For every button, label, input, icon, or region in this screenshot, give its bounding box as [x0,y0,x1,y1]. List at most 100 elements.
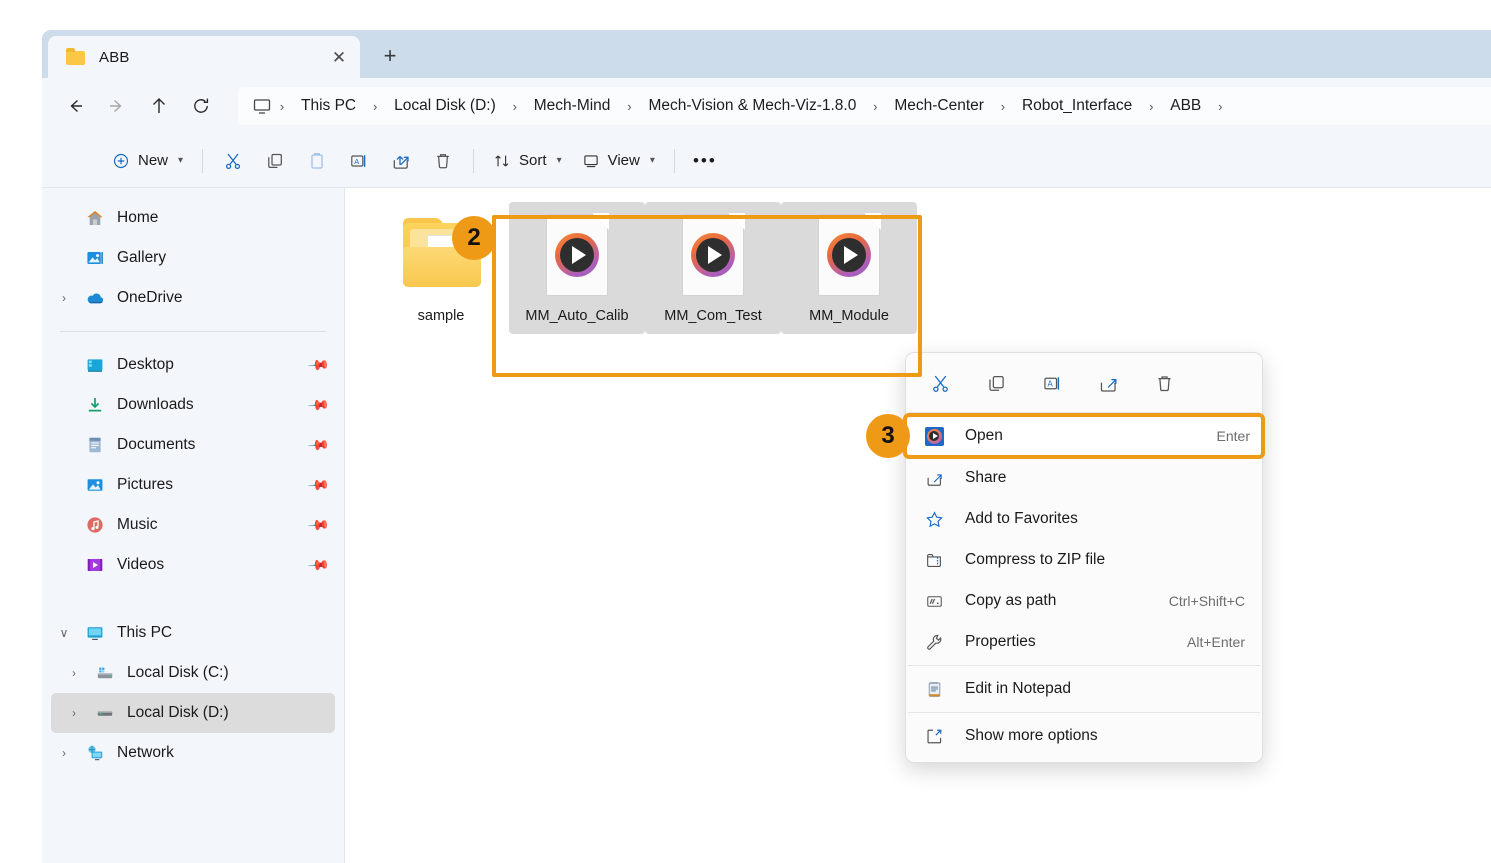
local-disk-d-icon [95,703,115,723]
context-menu-item-label: Compress to ZIP file [965,551,1105,569]
breadcrumb-item-2[interactable]: Mech-Mind [525,93,620,119]
sidebar-item-downloads[interactable]: Downloads 📌 [51,385,335,425]
pin-icon[interactable]: 📌 [306,433,330,457]
sidebar-item-home[interactable]: Home [51,198,335,238]
navigation-pane: Home Gallery › [42,188,345,863]
copy-button[interactable] [254,143,296,179]
pin-icon[interactable]: 📌 [306,473,330,497]
divider [908,712,1260,713]
tab-title: ABB [99,49,324,66]
chevron-down-icon: ▾ [178,155,183,166]
context-menu-item-compress-to-zip[interactable]: Compress to ZIP file [911,540,1257,580]
breadcrumb-item-1[interactable]: Local Disk (D:) [385,93,505,119]
new-tab-button[interactable]: + [370,36,410,76]
spacer [42,585,344,613]
breadcrumb[interactable]: › This PC › Local Disk (D:) › Mech-Mind … [238,87,1491,125]
chevron-right-icon[interactable]: › [61,667,87,679]
network-icon [85,743,105,763]
sidebar-item-videos[interactable]: Videos 📌 [51,545,335,585]
context-menu-item-label: Copy as path [965,592,1056,610]
sidebar-item-label: Videos [117,556,164,574]
pin-icon[interactable]: 📌 [306,553,330,577]
chevron-right-icon[interactable]: › [51,292,77,304]
share-icon[interactable] [1084,363,1132,403]
svg-text:A: A [1047,379,1053,388]
context-menu-item-label: Open [965,427,1003,445]
share-button[interactable] [380,143,422,179]
this-pc-monitor-icon[interactable] [252,96,272,116]
sort-button-label: Sort [519,152,547,169]
sidebar-item-this-pc[interactable]: ∨ This PC [51,613,335,653]
rename-button[interactable]: A [338,143,380,179]
context-menu-item-add-to-favorites[interactable]: Add to Favorites [911,499,1257,539]
sidebar-item-desktop[interactable]: Desktop 📌 [51,345,335,385]
breadcrumb-item-4[interactable]: Mech-Center [885,93,993,119]
sidebar-item-onedrive[interactable]: › OneDrive [51,278,335,318]
pin-icon[interactable]: 📌 [306,353,330,377]
sidebar-item-label: Local Disk (C:) [127,664,229,682]
close-icon[interactable]: ✕ [324,42,354,72]
chevron-right-icon: › [619,92,639,120]
file-name: MM_Auto_Calib [525,308,628,324]
refresh-button[interactable] [182,87,220,125]
sidebar-item-label: Music [117,516,157,534]
context-menu-item-show-more-options[interactable]: Show more options [911,716,1257,756]
command-bar: New ▾ [42,134,1491,188]
context-menu-item-share[interactable]: Share [911,458,1257,498]
chevron-right-icon[interactable]: › [61,707,87,719]
media-document-icon [675,210,751,300]
breadcrumb-item-5[interactable]: Robot_Interface [1013,93,1141,119]
breadcrumb-item-0[interactable]: This PC [292,93,365,119]
chevron-right-icon: › [505,92,525,120]
context-menu-item-accel: Ctrl+Shift+C [1169,593,1245,609]
chevron-right-icon: › [365,92,385,120]
media-player-icon [923,427,945,446]
overflow-button[interactable]: ••• [684,143,726,179]
view-button[interactable]: View ▾ [572,143,665,179]
context-menu-quick-actions: A [906,357,1262,409]
context-menu-item-open[interactable]: Open Enter [906,416,1262,456]
chevron-down-icon[interactable]: ∨ [51,627,77,639]
breadcrumb-item-6[interactable]: ABB [1161,93,1210,119]
sidebar-item-label: Local Disk (D:) [127,704,229,722]
paste-button[interactable] [296,143,338,179]
zip-folder-icon [923,551,945,570]
copy-icon[interactable] [972,363,1020,403]
rename-icon[interactable]: A [1028,363,1076,403]
divider [473,149,474,173]
sidebar-item-gallery[interactable]: Gallery [51,238,335,278]
delete-button[interactable] [422,143,464,179]
sidebar-item-label: Desktop [117,356,174,374]
cut-button[interactable] [212,143,254,179]
sidebar-item-label: Pictures [117,476,173,494]
new-button[interactable]: New ▾ [102,143,193,179]
file-item-mm-auto-calib[interactable]: MM_Auto_Calib [509,202,645,334]
sidebar-item-label: OneDrive [117,289,182,307]
back-button[interactable] [56,87,94,125]
sort-button[interactable]: Sort ▾ [483,143,572,179]
scissors-icon[interactable] [916,363,964,403]
breadcrumb-item-3[interactable]: Mech-Vision & Mech-Viz-1.8.0 [639,93,865,119]
pin-icon[interactable]: 📌 [306,393,330,417]
new-button-label: New [138,152,168,169]
sidebar-item-network[interactable]: › Network [51,733,335,773]
forward-button[interactable] [98,87,136,125]
context-menu-item-properties[interactable]: Properties Alt+Enter [911,622,1257,662]
chevron-right-icon[interactable]: › [51,747,77,759]
pin-icon[interactable]: 📌 [306,513,330,537]
sidebar-item-local-disk-d[interactable]: › Local Disk (D:) [51,693,335,733]
context-menu[interactable]: A [905,352,1263,763]
up-button[interactable] [140,87,178,125]
sidebar-item-music[interactable]: Music 📌 [51,505,335,545]
file-explorer-window: ABB ✕ + [42,30,1491,863]
sidebar-item-documents[interactable]: Documents 📌 [51,425,335,465]
context-menu-item-copy-as-path[interactable]: Copy as path Ctrl+Shift+C [911,581,1257,621]
tab-abb[interactable]: ABB ✕ [48,36,360,78]
sidebar-item-local-disk-c[interactable]: › Local Disk (C:) [51,653,335,693]
trash-icon[interactable] [1140,363,1188,403]
sidebar-item-pictures[interactable]: Pictures 📌 [51,465,335,505]
context-menu-item-edit-in-notepad[interactable]: Edit in Notepad [911,669,1257,709]
media-document-icon [539,210,615,300]
file-item-mm-com-test[interactable]: MM_Com_Test [645,202,781,334]
file-item-mm-module[interactable]: MM_Module [781,202,917,334]
